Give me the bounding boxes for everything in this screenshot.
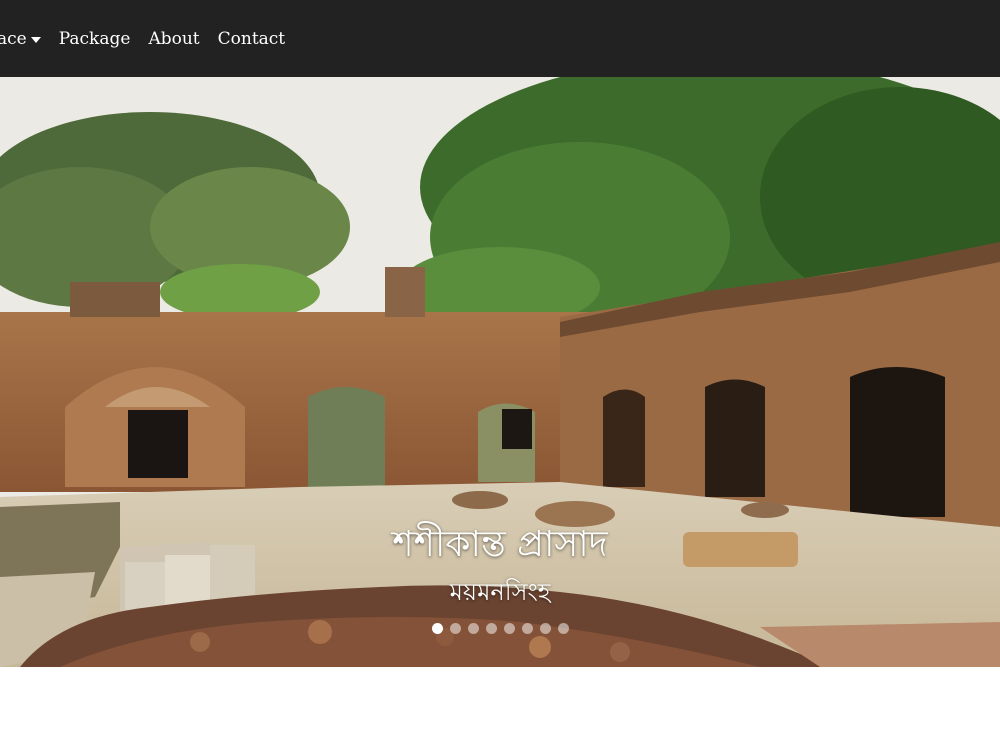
caret-down-icon — [30, 36, 41, 43]
nav-item-contact[interactable]: Contact — [209, 29, 295, 49]
nav-item-label: Contact — [217, 28, 286, 49]
nav-item-place-dropdown[interactable]: ace — [0, 29, 50, 49]
hero-carousel[interactable]: শশীকান্ত প্রাসাদ ময়মনসিংহ — [0, 77, 1000, 667]
nav-item-about[interactable]: About — [139, 29, 208, 49]
carousel-indicator-dot[interactable] — [503, 623, 515, 634]
carousel-indicator-dot[interactable] — [485, 623, 497, 634]
nav-list: ace Package About Contact — [0, 29, 294, 49]
carousel-caption-subtitle: ময়মনসিংহ — [449, 578, 551, 606]
nav-item-label: Package — [58, 28, 131, 49]
carousel-indicator-dot[interactable] — [431, 623, 443, 634]
carousel-indicators — [0, 623, 1000, 634]
carousel-indicator-dot[interactable] — [521, 623, 533, 634]
navbar: ace Package About Contact — [0, 0, 1000, 77]
nav-item-label: About — [148, 28, 200, 49]
carousel-indicator-dot[interactable] — [539, 623, 551, 634]
carousel-caption-title: শশীকান্ত প্রাসাদ — [392, 524, 608, 565]
carousel-indicator-dot[interactable] — [557, 623, 569, 634]
nav-item-label: ace — [0, 28, 27, 49]
page-content-area — [0, 667, 1000, 750]
carousel-indicator-dot[interactable] — [467, 623, 479, 634]
carousel-indicator-dot[interactable] — [449, 623, 461, 634]
nav-item-package[interactable]: Package — [50, 29, 140, 49]
